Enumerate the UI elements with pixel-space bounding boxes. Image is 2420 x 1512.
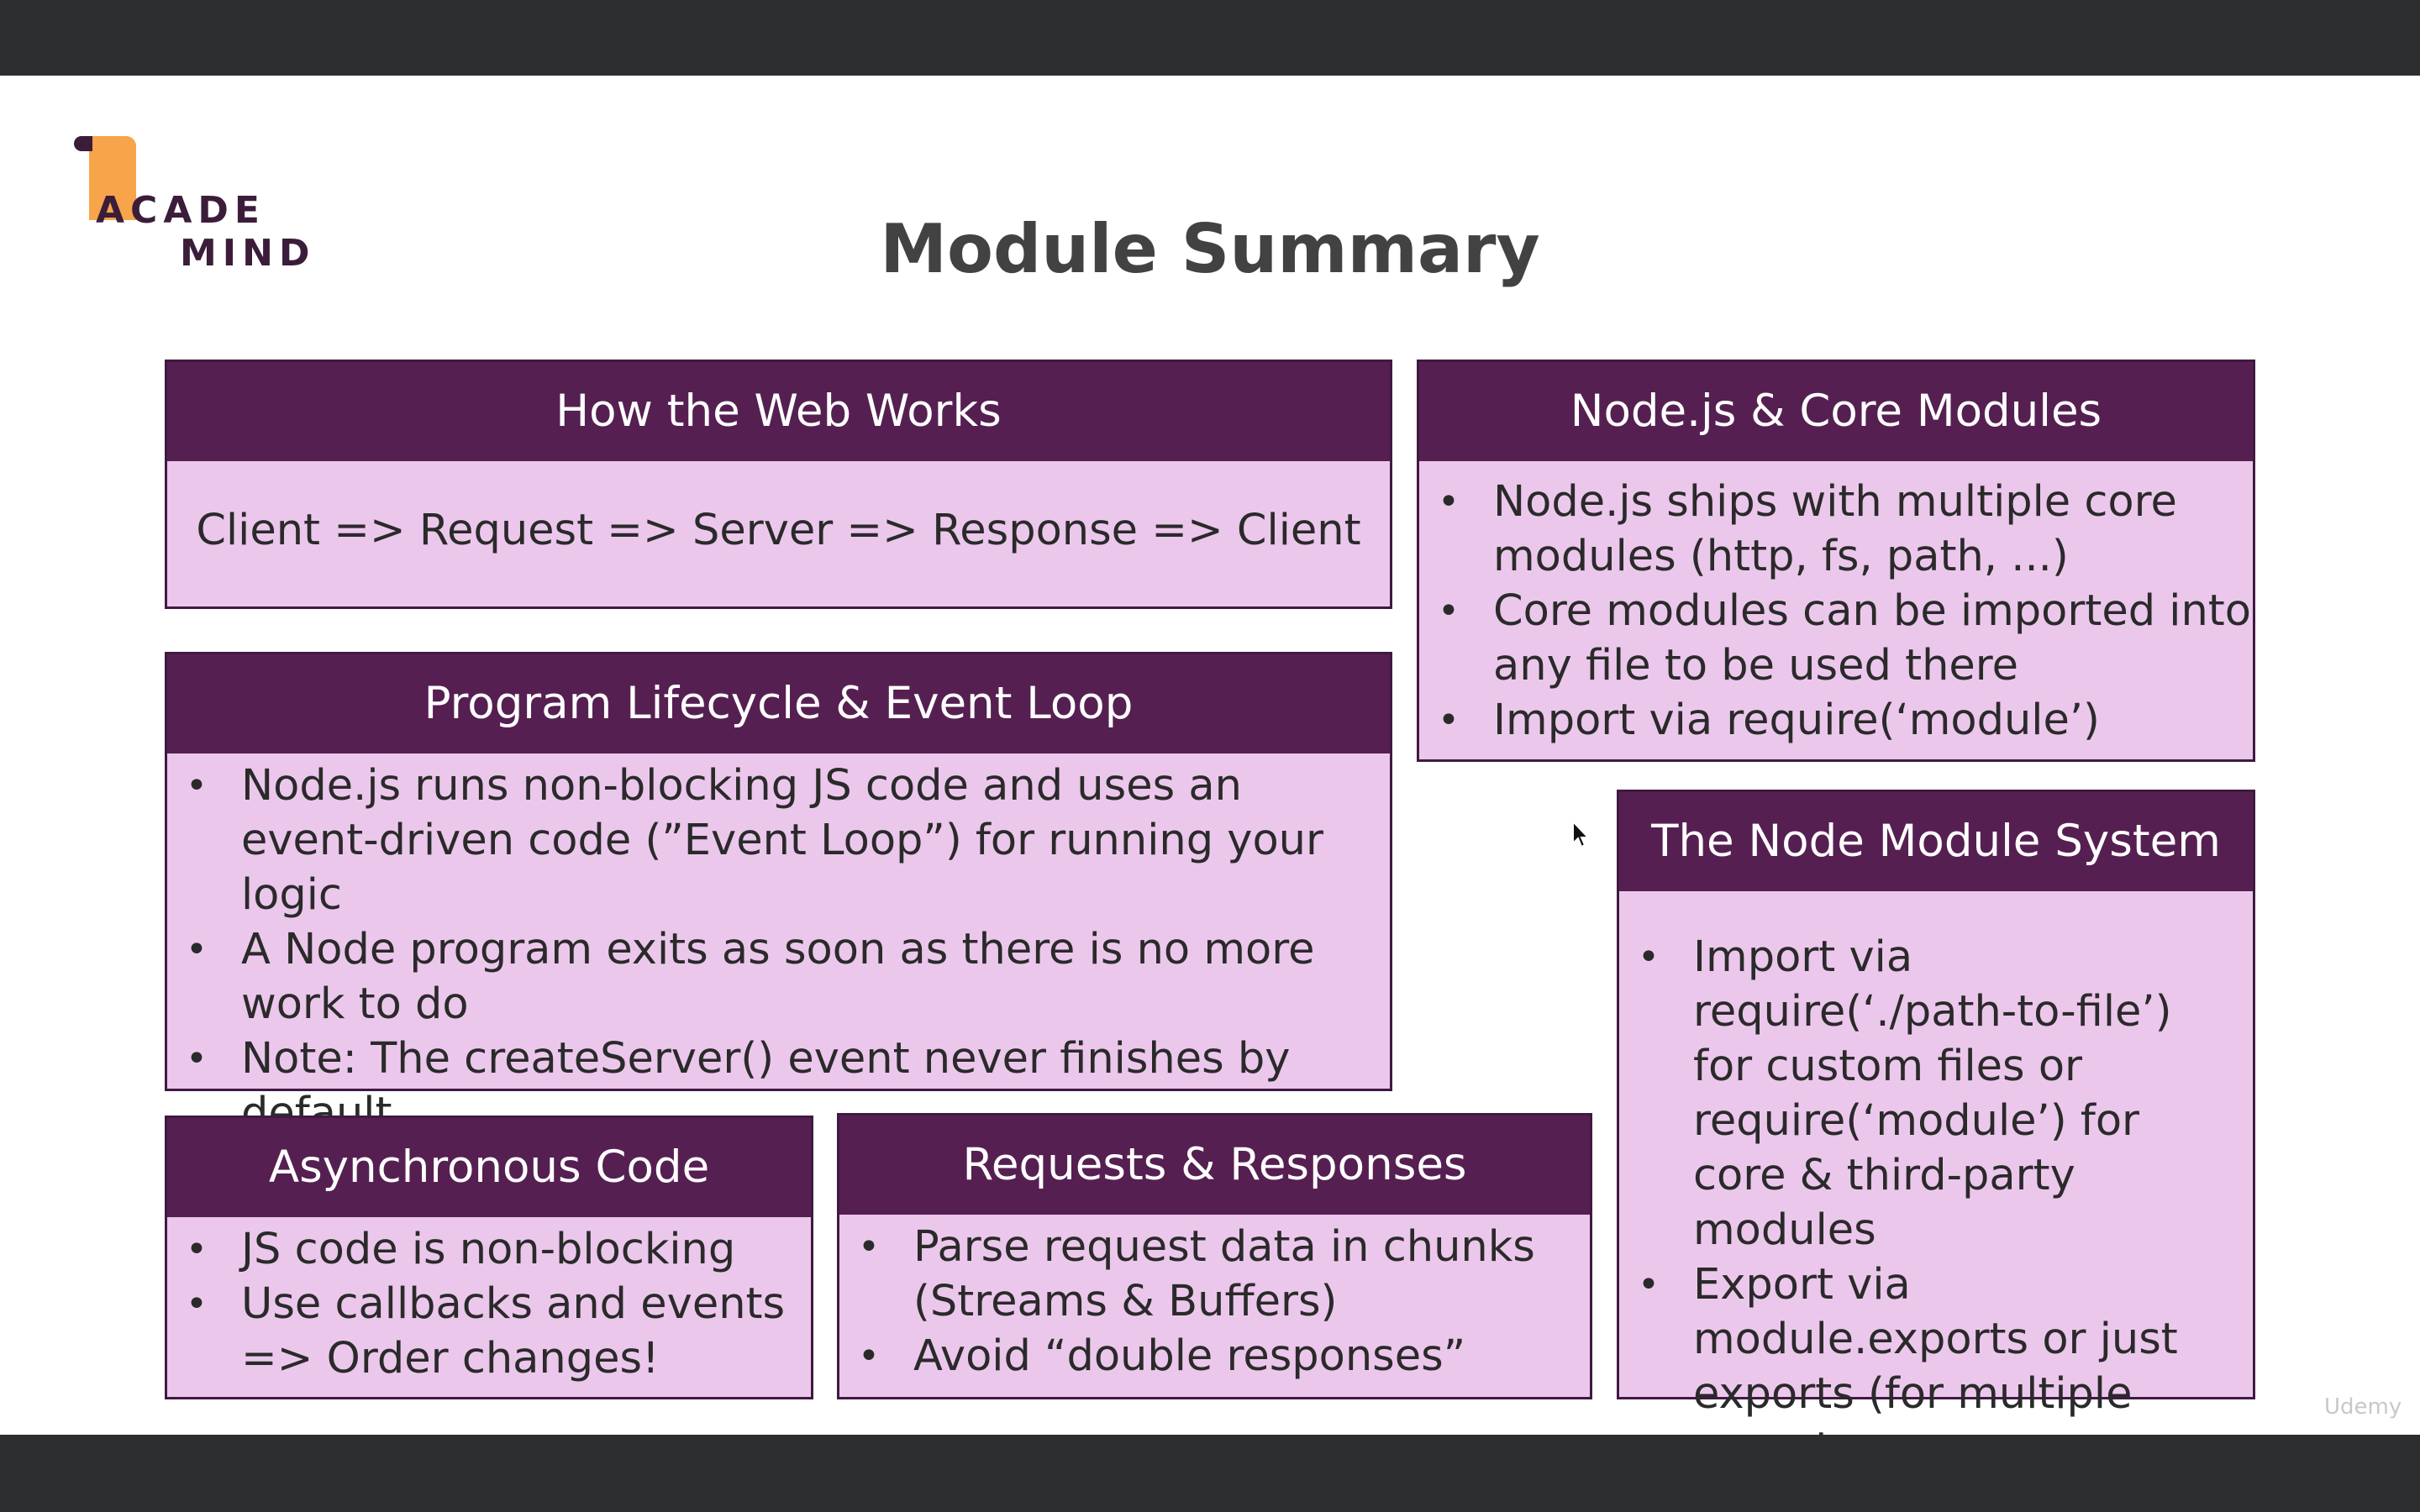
bullet-list: Node.js runs non-blocking JS code and us… <box>167 759 1390 1141</box>
card-program-lifecycle: Program Lifecycle & Event Loop Node.js r… <box>165 652 1392 1138</box>
list-item: Node.js ships with multiple core modules… <box>1419 475 2253 584</box>
card-body: JS code is non-blocking Use callbacks an… <box>167 1217 811 1386</box>
card-body: Node.js runs non-blocking JS code and us… <box>167 753 1390 1141</box>
card-text: Client => Request => Server => Response … <box>196 506 1361 555</box>
page-title: Module Summary <box>880 210 1540 288</box>
udemy-watermark: Udemy <box>2324 1394 2402 1420</box>
card-node-module-system: The Node Module System Import via requir… <box>1617 790 2255 1473</box>
bottom-letterbox-bar <box>0 1435 2420 1512</box>
card-body: Parse request data in chunks (Streams & … <box>839 1215 1590 1383</box>
list-item: Node.js runs non-blocking JS code and us… <box>167 759 1390 922</box>
card-how-the-web-works: How the Web Works Client => Request => S… <box>165 360 1392 609</box>
card-title: The Node Module System <box>1619 792 2253 891</box>
card-body: Import via require(‘./path-to-file’) for… <box>1619 891 2253 1476</box>
bullet-list: Parse request data in chunks (Streams & … <box>839 1220 1590 1383</box>
list-item: Core modules can be imported into any fi… <box>1419 584 2253 693</box>
list-item: Import via require(‘module’) <box>1419 693 2253 748</box>
card-asynchronous-code: Asynchronous Code JS code is non-blockin… <box>165 1116 813 1399</box>
card-title: Requests & Responses <box>839 1116 1590 1215</box>
list-item: Avoid “double responses” <box>839 1329 1590 1383</box>
card-title: Program Lifecycle & Event Loop <box>167 654 1390 753</box>
card-title: How the Web Works <box>167 362 1390 461</box>
top-letterbox-bar <box>0 0 2420 76</box>
list-item: Import via require(‘./path-to-file’) for… <box>1619 930 2236 1257</box>
card-body: Node.js ships with multiple core modules… <box>1419 461 2253 748</box>
list-item: Parse request data in chunks (Streams & … <box>839 1220 1590 1329</box>
card-title: Node.js & Core Modules <box>1419 362 2253 461</box>
bullet-list: JS code is non-blocking Use callbacks an… <box>167 1222 811 1386</box>
mouse-cursor-icon <box>1572 820 1591 848</box>
list-item: Use callbacks and events => Order change… <box>167 1277 811 1386</box>
list-item: JS code is non-blocking <box>167 1222 811 1277</box>
bullet-list: Node.js ships with multiple core modules… <box>1419 475 2253 748</box>
card-title: Asynchronous Code <box>167 1118 811 1217</box>
card-requests-responses: Requests & Responses Parse request data … <box>837 1113 1592 1399</box>
list-item: A Node program exits as soon as there is… <box>167 922 1390 1032</box>
bullet-list: Import via require(‘./path-to-file’) for… <box>1619 930 2236 1476</box>
card-core-modules: Node.js & Core Modules Node.js ships wit… <box>1417 360 2255 762</box>
